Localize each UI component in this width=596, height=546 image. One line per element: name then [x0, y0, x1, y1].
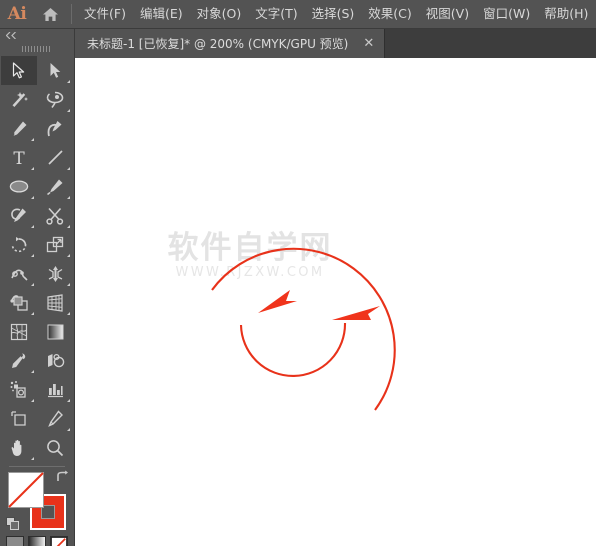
menu-window[interactable]: 窗口(W) — [476, 4, 537, 25]
menu-select[interactable]: 选择(S) — [305, 4, 362, 25]
flyout-indicator-icon — [31, 283, 34, 286]
tools-panel: T — [0, 29, 75, 546]
fill-swatch[interactable] — [8, 472, 44, 508]
blend-tool[interactable] — [37, 346, 73, 375]
menu-effect[interactable]: 效果(C) — [361, 4, 418, 25]
menu-bar: Ai 文件(F) 编辑(E) 对象(O) 文字(T) 选择(S) 效果(C) 视… — [0, 0, 596, 29]
flyout-indicator-icon — [67, 196, 70, 199]
document-tab[interactable]: 未标题-1 [已恢复]* @ 200% (CMYK/GPU 预览) ✕ — [75, 29, 386, 58]
flyout-indicator-icon — [67, 399, 70, 402]
menu-type[interactable]: 文字(T) — [248, 4, 304, 25]
color-mode-none[interactable] — [50, 536, 68, 546]
color-mode-color[interactable] — [6, 536, 24, 546]
slice-tool[interactable] — [37, 404, 73, 433]
flyout-indicator-icon — [31, 312, 34, 315]
menu-file[interactable]: 文件(F) — [77, 4, 133, 25]
menu-view[interactable]: 视图(V) — [419, 4, 476, 25]
home-icon[interactable] — [34, 0, 66, 29]
illustrator-window: Ai 文件(F) 编辑(E) 对象(O) 文字(T) 选择(S) 效果(C) 视… — [0, 0, 596, 546]
svg-text:T: T — [13, 149, 25, 166]
zoom-tool[interactable] — [37, 433, 73, 462]
ai-logo-icon: Ai — [7, 4, 27, 24]
right-arrowhead[interactable] — [332, 306, 380, 320]
width-tool[interactable] — [1, 259, 37, 288]
flyout-indicator-icon — [67, 312, 70, 315]
left-arrowhead[interactable] — [258, 290, 297, 313]
perspective-grid-tool[interactable] — [37, 288, 73, 317]
menu-help[interactable]: 帮助(H) — [537, 4, 595, 25]
line-segment-tool[interactable] — [37, 143, 73, 172]
gradient-tool[interactable] — [37, 317, 73, 346]
close-icon[interactable]: ✕ — [361, 37, 376, 50]
artwork-rotate-arrows[interactable] — [75, 58, 596, 546]
flyout-indicator-icon — [31, 399, 34, 402]
selection-tool[interactable] — [1, 56, 37, 85]
type-tool[interactable]: T — [1, 143, 37, 172]
scale-tool[interactable] — [37, 230, 73, 259]
flyout-indicator-icon — [31, 196, 34, 199]
flyout-indicator-icon — [67, 80, 70, 83]
no-fill-slash-icon — [8, 472, 44, 508]
flyout-indicator-icon — [67, 428, 70, 431]
default-fill-stroke-icon — [6, 517, 19, 530]
toolbar-divider — [9, 466, 65, 467]
pen-tool[interactable] — [1, 114, 37, 143]
color-mode-row — [0, 536, 74, 546]
flyout-indicator-icon — [31, 138, 34, 141]
flyout-indicator-icon — [67, 283, 70, 286]
flyout-indicator-icon — [67, 225, 70, 228]
shaper-tool[interactable] — [1, 201, 37, 230]
symbol-sprayer-tool[interactable] — [1, 375, 37, 404]
rotate-tool[interactable] — [1, 230, 37, 259]
magic-wand-tool[interactable] — [1, 85, 37, 114]
ellipse-tool[interactable] — [1, 172, 37, 201]
flyout-indicator-icon — [67, 109, 70, 112]
panel-drag-handle[interactable] — [0, 42, 74, 56]
collapse-panel-icon[interactable] — [0, 29, 74, 42]
free-transform-tool[interactable] — [37, 259, 73, 288]
document-tab-title: 未标题-1 [已恢复]* @ 200% (CMYK/GPU 预览) — [87, 37, 349, 51]
direct-selection-tool[interactable] — [37, 56, 73, 85]
fill-stroke-control — [6, 470, 68, 530]
outer-arc[interactable] — [211, 247, 396, 411]
color-mode-gradient[interactable] — [28, 536, 46, 546]
flyout-indicator-icon — [67, 167, 70, 170]
flyout-indicator-icon — [31, 370, 34, 373]
inner-arc[interactable] — [239, 322, 347, 378]
eyedropper-tool[interactable] — [1, 346, 37, 375]
scissors-tool[interactable] — [37, 201, 73, 230]
menu-edit[interactable]: 编辑(E) — [133, 4, 190, 25]
swap-fill-stroke-icon — [57, 470, 68, 481]
mesh-tool[interactable] — [1, 317, 37, 346]
lasso-tool[interactable] — [37, 85, 73, 114]
paintbrush-tool[interactable] — [37, 172, 73, 201]
flyout-indicator-icon — [31, 167, 34, 170]
curvature-tool[interactable] — [37, 114, 73, 143]
menu-object[interactable]: 对象(O) — [190, 4, 249, 25]
column-graph-tool[interactable] — [37, 375, 73, 404]
hand-tool[interactable] — [1, 433, 37, 462]
document-canvas[interactable]: 软件自学网 WWW.RJZXW.COM — [75, 58, 596, 546]
artboard-tool[interactable] — [1, 404, 37, 433]
flyout-indicator-icon — [31, 254, 34, 257]
flyout-indicator-icon — [31, 457, 34, 460]
flyout-indicator-icon — [67, 254, 70, 257]
menu-divider — [71, 4, 72, 24]
tool-grid: T — [0, 56, 74, 462]
shape-builder-tool[interactable] — [1, 288, 37, 317]
flyout-indicator-icon — [31, 225, 34, 228]
document-tab-bar: 未标题-1 [已恢复]* @ 200% (CMYK/GPU 预览) ✕ — [75, 29, 596, 58]
